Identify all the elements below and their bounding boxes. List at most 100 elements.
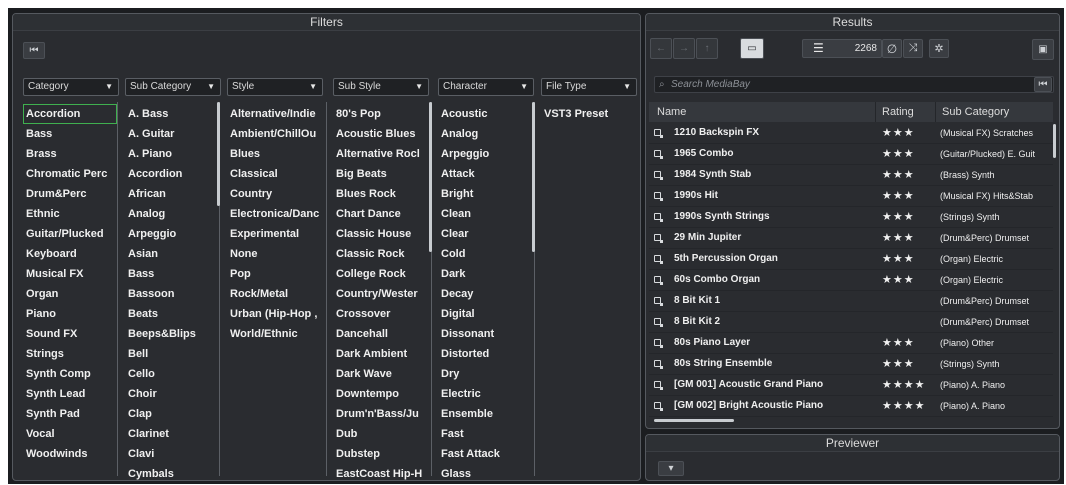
result-rating[interactable]: ★★★: [882, 270, 915, 290]
filter-item[interactable]: Pop: [227, 264, 323, 284]
col-sub-category[interactable]: Sub Category: [942, 102, 1009, 122]
substyle-scrollbar[interactable]: [429, 102, 432, 252]
filter-item[interactable]: Ethnic: [23, 204, 119, 224]
result-rating[interactable]: ★★★: [882, 354, 915, 374]
result-rating[interactable]: ★★★: [882, 249, 915, 269]
filter-item[interactable]: Acoustic Blues: [333, 124, 429, 144]
filter-item[interactable]: Dark: [438, 264, 534, 284]
filter-item[interactable]: EastCoast Hip-H: [333, 464, 429, 480]
filter-item[interactable]: African: [125, 184, 221, 204]
filter-item[interactable]: Woodwinds: [23, 444, 119, 464]
result-rating[interactable]: ★★★★: [882, 396, 925, 416]
result-row[interactable]: 80s String Ensemble ★★★ (Strings) Synth: [649, 354, 1053, 375]
filter-item[interactable]: Arpeggio: [438, 144, 534, 164]
filter-item[interactable]: Downtempo: [333, 384, 429, 404]
result-rating[interactable]: ★★★: [882, 165, 915, 185]
filter-item[interactable]: Blues Rock: [333, 184, 429, 204]
filter-item[interactable]: Glass: [438, 464, 534, 480]
result-row[interactable]: 80s Piano Layer ★★★ (Piano) Other: [649, 333, 1053, 354]
filter-item[interactable]: Choir: [125, 384, 221, 404]
result-rating[interactable]: ★★★★: [882, 375, 925, 395]
result-rating[interactable]: ★★★: [882, 123, 915, 143]
previewer-toggle-button[interactable]: ▾: [658, 461, 684, 476]
filter-item[interactable]: 80's Pop: [333, 104, 429, 124]
filter-item[interactable]: Organ: [23, 284, 119, 304]
result-row[interactable]: [GM 002] Bright Acoustic Piano ★★★★ (Piano…: [649, 396, 1053, 417]
filter-item[interactable]: Classical: [227, 164, 323, 184]
filter-item[interactable]: Rock/Metal: [227, 284, 323, 304]
filter-item[interactable]: Bell: [125, 344, 221, 364]
filter-column-dropdown[interactable]: Character ▼: [438, 78, 534, 96]
filter-item[interactable]: Dubstep: [333, 444, 429, 464]
result-row[interactable]: 1990s Synth Strings ★★★ (Strings) Synth: [649, 207, 1053, 228]
filter-item[interactable]: Country/Wester: [333, 284, 429, 304]
filter-item[interactable]: A. Bass: [125, 104, 221, 124]
filter-column-dropdown[interactable]: Sub Style ▼: [333, 78, 429, 96]
filter-item[interactable]: Distorted: [438, 344, 534, 364]
filter-column-dropdown[interactable]: Sub Category ▼: [125, 78, 221, 96]
filter-item[interactable]: Experimental: [227, 224, 323, 244]
character-scrollbar[interactable]: [532, 102, 535, 252]
filter-item[interactable]: Country: [227, 184, 323, 204]
filter-item[interactable]: Synth Comp: [23, 364, 119, 384]
filter-item[interactable]: A. Guitar: [125, 124, 221, 144]
filter-item[interactable]: Digital: [438, 304, 534, 324]
filter-item[interactable]: Alternative Rocl: [333, 144, 429, 164]
results-vscrollbar[interactable]: [1053, 124, 1056, 158]
col-name[interactable]: Name: [657, 102, 686, 122]
filter-item[interactable]: Classic Rock: [333, 244, 429, 264]
result-row[interactable]: [GM 001] Acoustic Grand Piano ★★★★ (Piano)…: [649, 375, 1053, 396]
result-row[interactable]: 1984 Synth Stab ★★★ (Brass) Synth: [649, 165, 1053, 186]
filter-item[interactable]: Dancehall: [333, 324, 429, 344]
browse-location-button[interactable]: ▭: [740, 38, 764, 59]
filter-item[interactable]: Clear: [438, 224, 534, 244]
filter-item[interactable]: Synth Pad: [23, 404, 119, 424]
filter-item[interactable]: Bright: [438, 184, 534, 204]
filter-item[interactable]: Attack: [438, 164, 534, 184]
result-row[interactable]: 29 Min Jupiter ★★★ (Drum&Perc) Drumset: [649, 228, 1053, 249]
reset-results-button[interactable]: ∅: [882, 39, 902, 58]
filter-item[interactable]: Synth Lead: [23, 384, 119, 404]
filter-item[interactable]: Analog: [125, 204, 221, 224]
result-row[interactable]: 5th Percussion Organ ★★★ (Organ) Electric: [649, 249, 1053, 270]
filter-item[interactable]: None: [227, 244, 323, 264]
filter-item[interactable]: Dissonant: [438, 324, 534, 344]
filter-item[interactable]: Ensemble: [438, 404, 534, 424]
filter-column-dropdown[interactable]: Category ▼: [23, 78, 119, 96]
filter-item[interactable]: Asian: [125, 244, 221, 264]
filter-item[interactable]: Dry: [438, 364, 534, 384]
filter-item[interactable]: Dark Wave: [333, 364, 429, 384]
view-options-button[interactable]: ▣: [1032, 39, 1054, 60]
filter-item[interactable]: Drum&Perc: [23, 184, 119, 204]
filter-item[interactable]: Big Beats: [333, 164, 429, 184]
filter-column-dropdown[interactable]: File Type ▼: [541, 78, 637, 96]
result-row[interactable]: 1965 Combo ★★★ (Guitar/Plucked) E. Guit: [649, 144, 1053, 165]
filter-item[interactable]: Clavi: [125, 444, 221, 464]
result-row[interactable]: 60s Combo Organ ★★★ (Organ) Electric: [649, 270, 1053, 291]
filter-item[interactable]: Chromatic Perc: [23, 164, 119, 184]
shuffle-button[interactable]: ⤨: [903, 39, 923, 58]
filter-item[interactable]: Piano: [23, 304, 119, 324]
filter-item[interactable]: Fast: [438, 424, 534, 444]
filter-item[interactable]: Accordion: [23, 104, 117, 124]
result-rating[interactable]: ★★★: [882, 228, 915, 248]
filter-item[interactable]: Drum'n'Bass/Ju: [333, 404, 429, 424]
filter-item[interactable]: Clap: [125, 404, 221, 424]
filter-item[interactable]: Brass: [23, 144, 119, 164]
filter-item[interactable]: Beeps&Blips: [125, 324, 221, 344]
filter-item[interactable]: Chart Dance: [333, 204, 429, 224]
filter-item[interactable]: VST3 Preset: [541, 104, 637, 124]
reset-filters-button[interactable]: ⏮: [23, 42, 45, 59]
filter-item[interactable]: Ambient/ChillOu: [227, 124, 323, 144]
search-clear-button[interactable]: ⏮: [1034, 77, 1052, 92]
filter-item[interactable]: Bass: [23, 124, 119, 144]
forward-button[interactable]: →: [673, 38, 695, 59]
result-rating[interactable]: ★★★: [882, 186, 915, 206]
filter-item[interactable]: Musical FX: [23, 264, 119, 284]
filter-item[interactable]: Clarinet: [125, 424, 221, 444]
back-button[interactable]: ←: [650, 38, 672, 59]
filter-item[interactable]: A. Piano: [125, 144, 221, 164]
result-rating[interactable]: ★★★: [882, 144, 915, 164]
filter-item[interactable]: Sound FX: [23, 324, 119, 344]
result-row[interactable]: 1990s Hit ★★★ (Musical FX) Hits&Stab: [649, 186, 1053, 207]
